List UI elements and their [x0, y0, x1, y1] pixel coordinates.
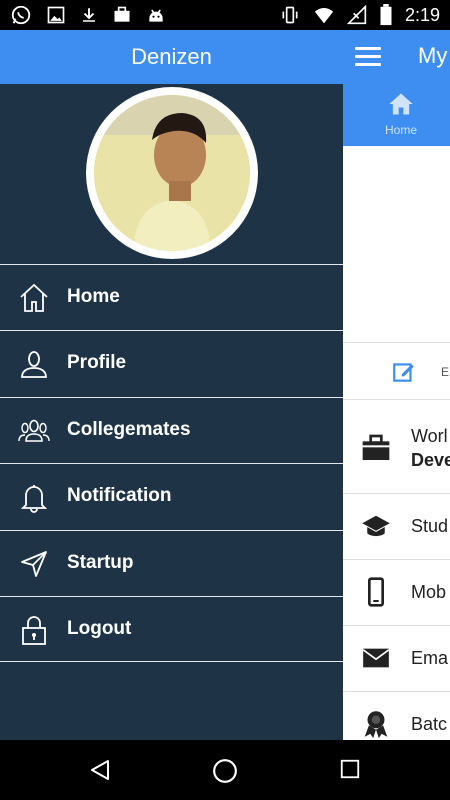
drawer-title: Denizen [131, 44, 212, 69]
main-tabs: Home [343, 84, 450, 146]
info-row-study: Stud [343, 494, 450, 560]
drawer-item-home[interactable]: Home [0, 264, 343, 330]
work-value: Deve [411, 450, 450, 470]
drawer-item-startup[interactable]: Startup [0, 529, 343, 596]
image-icon [47, 6, 65, 24]
menu-icon[interactable] [355, 47, 381, 67]
home-icon [389, 93, 413, 115]
lock-icon [22, 616, 46, 645]
drawer-menu: Home Profile Collegemates Notification S… [0, 264, 343, 663]
recents-icon[interactable] [339, 758, 361, 780]
wifi-icon [314, 8, 334, 24]
whatsapp-icon [11, 5, 31, 25]
clock: 2:19 [404, 4, 440, 25]
study-label: Stud [411, 516, 449, 536]
briefcase-icon [362, 434, 390, 460]
info-row-mobile: Mob [343, 560, 450, 626]
main-title: My [418, 43, 448, 68]
avatar-photo [94, 95, 250, 251]
battery-icon [380, 4, 392, 26]
navigation-drawer: Denizen Home Profile Collegemates Notifi… [0, 30, 343, 740]
tab-home[interactable]: Home [383, 90, 419, 137]
main-body: E Worl Deve Stud Mob Ema Batc [343, 146, 450, 740]
android-icon [149, 9, 163, 22]
mobile-label: Mob [411, 582, 447, 602]
drawer-item-profile[interactable]: Profile [0, 330, 343, 396]
drawer-item-label: Startup [67, 551, 134, 573]
batch-label: Batc [411, 714, 448, 734]
vibrate-icon [282, 6, 298, 24]
info-row-email: Ema [343, 626, 450, 692]
edit-label: E [441, 365, 450, 379]
drawer-item-label: Home [67, 286, 120, 307]
edit-row[interactable]: E [343, 342, 450, 400]
back-icon[interactable] [88, 758, 112, 782]
system-navigation-bar [0, 740, 450, 800]
work-label: Worl [411, 426, 448, 446]
drawer-item-notification[interactable]: Notification [0, 463, 343, 529]
main-screen: My Home E Worl Deve Stud Mob Ema Batc [343, 30, 450, 740]
drawer-header: Denizen [0, 30, 343, 84]
email-icon [362, 648, 390, 668]
mobile-icon [368, 577, 384, 607]
edit-icon [393, 363, 414, 382]
drawer-item-label: Notification [67, 485, 172, 507]
info-row-batch: Batc [343, 692, 450, 740]
status-bar: 2:19 [0, 0, 450, 30]
info-row-work: Worl Deve [343, 402, 450, 494]
download-icon [83, 8, 95, 22]
drawer-item-label: Profile [67, 352, 127, 374]
send-icon [21, 550, 47, 577]
drawer-item-label: Logout [67, 617, 132, 639]
avatar[interactable] [86, 87, 258, 259]
bell-icon [20, 485, 48, 513]
briefcase-icon [114, 6, 130, 22]
drawer-item-label: Collegemates [67, 418, 191, 440]
main-app-bar: My [343, 30, 450, 84]
drawer-item-logout[interactable]: Logout [0, 595, 343, 663]
profile-icon [21, 351, 47, 379]
badge-icon [364, 711, 388, 739]
home-button-icon[interactable] [212, 758, 238, 784]
collegemates-icon [18, 419, 50, 442]
home-icon [20, 283, 48, 312]
email-label: Ema [411, 648, 449, 668]
drawer-item-collegemates[interactable]: Collegemates [0, 396, 343, 463]
graduation-cap-icon [362, 515, 390, 537]
signal-icon [346, 5, 367, 25]
tab-home-label: Home [384, 123, 417, 137]
